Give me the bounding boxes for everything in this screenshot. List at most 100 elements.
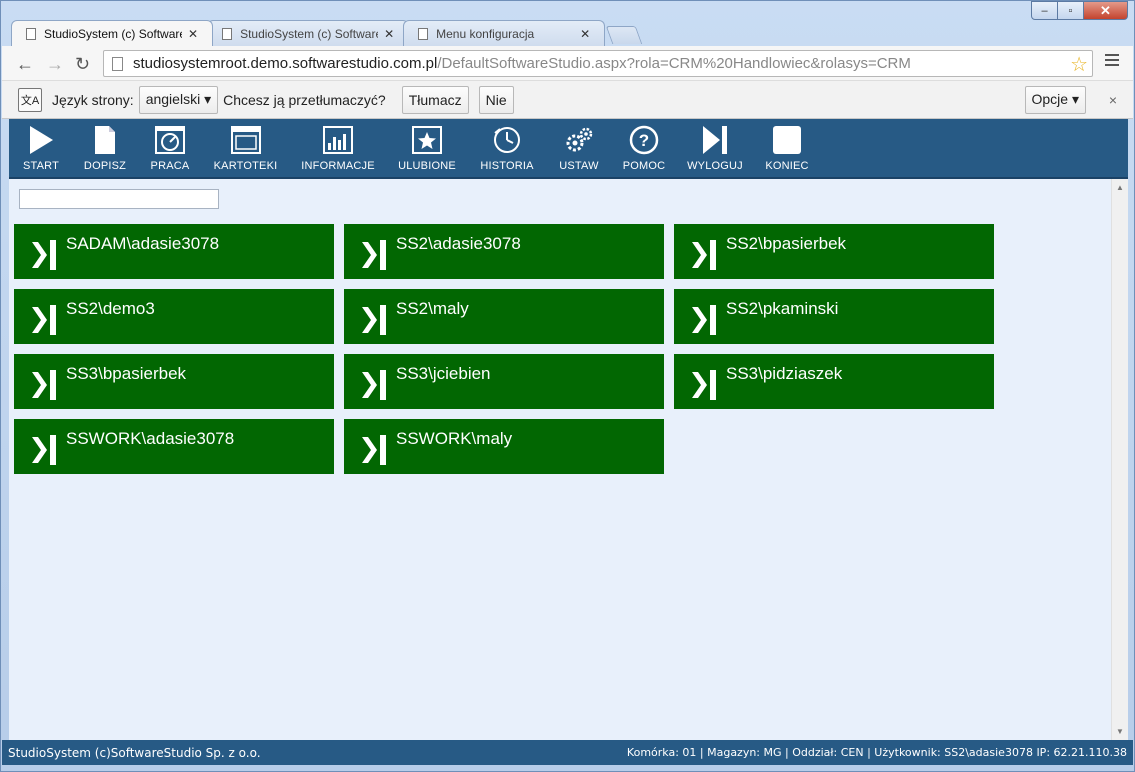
menu-wyloguj[interactable]: WYLOGUJ xyxy=(678,119,752,177)
scroll-up-icon[interactable]: ▲ xyxy=(1116,183,1124,192)
help-icon: ? xyxy=(629,125,659,155)
window-controls: ‒ ▫ ✕ xyxy=(1031,1,1128,20)
tab-menu-konfiguracja[interactable]: Menu konfiguracja ✕ xyxy=(403,20,606,46)
no-button[interactable]: Nie xyxy=(478,85,514,114)
tile-sswork-maly[interactable]: SSWORK\maly xyxy=(344,419,664,474)
gears-icon xyxy=(564,125,594,155)
options-button[interactable]: Opcje ▾ xyxy=(1024,85,1086,114)
chart-icon xyxy=(323,125,353,155)
document-icon xyxy=(90,125,120,155)
enter-arrow-icon xyxy=(692,370,716,400)
close-tab-icon[interactable]: ✕ xyxy=(384,27,394,41)
main-content: SADAM\adasie3078 SS2\adasie3078 SS2\bpas… xyxy=(9,179,1128,740)
menu-koniec[interactable]: KONIEC xyxy=(752,119,822,177)
enter-arrow-icon xyxy=(362,305,386,335)
enter-arrow-icon xyxy=(692,240,716,270)
menu-label: POMOC xyxy=(622,160,666,172)
stop-icon xyxy=(772,125,802,155)
menu-label: DOPISZ xyxy=(83,160,127,172)
maximize-button[interactable]: ▫ xyxy=(1058,1,1084,20)
close-translate-icon[interactable]: × xyxy=(1109,92,1117,108)
vertical-scrollbar[interactable]: ▲ ▼ xyxy=(1111,179,1128,740)
reload-icon[interactable]: ↻ xyxy=(75,54,90,75)
enter-arrow-icon xyxy=(32,370,56,400)
page-icon xyxy=(418,27,429,40)
back-icon[interactable]: ← xyxy=(16,54,34,75)
status-copyright: StudioSystem (c)SoftwareStudio Sp. z o.o… xyxy=(8,745,261,760)
svg-text:?: ? xyxy=(639,131,650,150)
close-tab-icon[interactable]: ✕ xyxy=(580,27,590,41)
menu-ulubione[interactable]: ULUBIONE xyxy=(388,119,466,177)
menu-praca[interactable]: PRACA xyxy=(137,119,203,177)
url-path: /DefaultSoftwareStudio.aspx?rola=CRM%20H… xyxy=(437,55,911,72)
tab-title: StudioSystem (c) Software xyxy=(44,26,182,41)
status-bar: StudioSystem (c)SoftwareStudio Sp. z o.o… xyxy=(2,740,1133,765)
menu-label: START xyxy=(22,160,60,172)
bookmark-star-icon[interactable]: ☆ xyxy=(1070,52,1088,77)
status-session-info: Komórka: 01 | Magazyn: MG | Oddział: CEN… xyxy=(626,746,1127,759)
enter-arrow-icon xyxy=(362,435,386,465)
close-tab-icon[interactable]: ✕ xyxy=(188,27,198,41)
star-icon xyxy=(412,125,442,155)
tile-ss2-bpasierbek[interactable]: SS2\bpasierbek xyxy=(674,224,994,279)
minimize-button[interactable]: ‒ xyxy=(1031,1,1058,20)
menu-informacje[interactable]: INFORMACJE xyxy=(288,119,388,177)
tile-sadam-adasie3078[interactable]: SADAM\adasie3078 xyxy=(14,224,334,279)
menu-label: WYLOGUJ xyxy=(687,160,743,172)
language-select[interactable]: angielski ▾ xyxy=(138,85,219,114)
search-input[interactable] xyxy=(19,189,219,209)
menu-dopisz[interactable]: DOPISZ xyxy=(73,119,137,177)
tile-ss2-maly[interactable]: SS2\maly xyxy=(344,289,664,344)
menu-label: INFORMACJE xyxy=(301,160,375,172)
tile-label: SS3\bpasierbek xyxy=(66,364,187,383)
tab-title: Menu konfiguracja xyxy=(436,26,535,41)
close-window-button[interactable]: ✕ xyxy=(1084,1,1128,20)
tile-ss2-adasie3078[interactable]: SS2\adasie3078 xyxy=(344,224,664,279)
tile-label: SS2\bpasierbek xyxy=(726,234,847,253)
tile-label: SS3\pidziaszek xyxy=(726,364,843,383)
tile-ss2-pkaminski[interactable]: SS2\pkaminski xyxy=(674,289,994,344)
address-bar[interactable]: studiosystemroot.demo.softwarestudio.com… xyxy=(103,50,1093,77)
language-label: Język strony: xyxy=(52,91,134,108)
menu-label: USTAW xyxy=(559,160,599,172)
menu-kartoteki[interactable]: KARTOTEKI xyxy=(203,119,288,177)
window-icon xyxy=(230,125,261,155)
translate-button[interactable]: Tłumacz xyxy=(401,85,469,114)
tile-sswork-adasie3078[interactable]: SSWORK\adasie3078 xyxy=(14,419,334,474)
menu-label: PRACA xyxy=(150,160,190,172)
new-tab-button[interactable] xyxy=(605,26,643,44)
menu-label: HISTORIA xyxy=(480,160,534,172)
tab-studiosystem-1[interactable]: StudioSystem (c) Software ✕ xyxy=(11,20,214,46)
enter-arrow-icon xyxy=(362,240,386,270)
menu-pomoc[interactable]: ? POMOC xyxy=(610,119,678,177)
tile-label: SADAM\adasie3078 xyxy=(66,234,220,253)
menu-ustaw[interactable]: USTAW xyxy=(548,119,610,177)
browser-toolbar: ← → ↻ studiosystemroot.demo.softwarestud… xyxy=(2,46,1133,81)
tile-label: SS2\adasie3078 xyxy=(396,234,521,253)
enter-arrow-icon xyxy=(362,370,386,400)
gauge-icon xyxy=(155,125,185,155)
tile-label: SS3\jciebien xyxy=(396,364,491,383)
tile-ss3-bpasierbek[interactable]: SS3\bpasierbek xyxy=(14,354,334,409)
translate-question: Chcesz ją przetłumaczyć? xyxy=(223,91,386,108)
app-menu-bar: START DOPISZ PRACA KARTOTEKI INFORMACJE … xyxy=(9,119,1128,179)
page-icon xyxy=(26,27,36,40)
menu-start[interactable]: START xyxy=(9,119,73,177)
scroll-down-icon[interactable]: ▼ xyxy=(1116,727,1124,736)
tab-title: StudioSystem (c) Software xyxy=(240,26,379,41)
clock-icon xyxy=(492,125,522,155)
forward-icon[interactable]: → xyxy=(46,54,64,75)
translate-icon: 文A xyxy=(18,87,42,112)
menu-historia[interactable]: HISTORIA xyxy=(466,119,548,177)
browser-menu-icon[interactable] xyxy=(1105,54,1119,69)
tab-strip: StudioSystem (c) Software ✕ StudioSystem… xyxy=(11,20,643,46)
tile-label: SSWORK\maly xyxy=(396,429,513,448)
tile-label: SS2\pkaminski xyxy=(726,299,839,318)
menu-label: KARTOTEKI xyxy=(213,160,278,172)
browser-window: ‒ ▫ ✕ StudioSystem (c) Software ✕ Studio… xyxy=(0,0,1135,772)
tile-ss3-jciebien[interactable]: SS3\jciebien xyxy=(344,354,664,409)
tab-studiosystem-2[interactable]: StudioSystem (c) Software ✕ xyxy=(207,20,410,46)
tile-ss3-pidziaszek[interactable]: SS3\pidziaszek xyxy=(674,354,994,409)
tile-ss2-demo3[interactable]: SS2\demo3 xyxy=(14,289,334,344)
play-icon xyxy=(26,125,56,155)
